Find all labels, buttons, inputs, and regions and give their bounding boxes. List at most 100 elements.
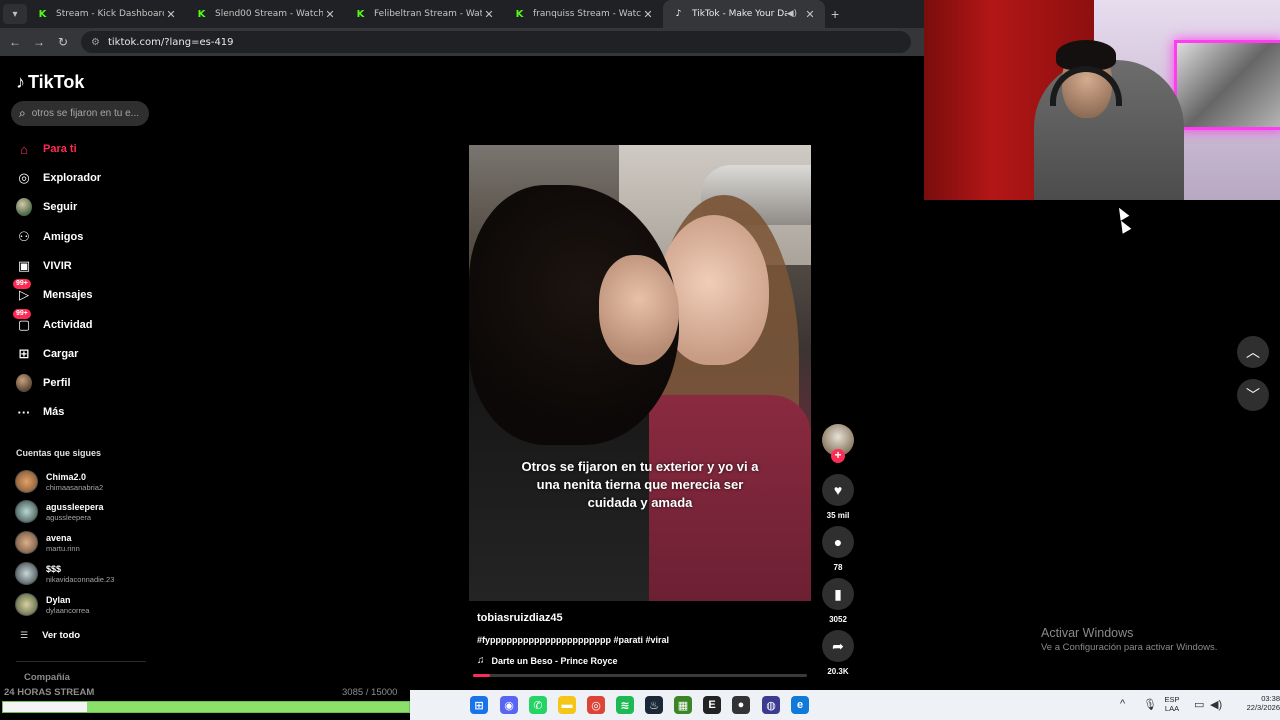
browser-tab[interactable]: K Slend00 Stream - Watch Live o ✕ <box>186 0 345 28</box>
steam-icon[interactable]: ♨ <box>645 696 663 714</box>
nav-explorador[interactable]: ◎ Explorador <box>16 168 101 188</box>
goal-progress-fill <box>3 702 87 712</box>
volume-icon[interactable]: ◀) <box>1210 698 1222 711</box>
windows-start-icon[interactable]: ⊞ <box>470 696 488 714</box>
back-icon[interactable]: ← <box>3 35 27 49</box>
following-name: agussleepera <box>46 501 104 512</box>
following-handle: agussleepera <box>46 512 92 522</box>
tab-title: Stream - Kick Dashboard <box>56 9 164 19</box>
nav-amigos[interactable]: ⚇ Amigos <box>16 227 83 247</box>
share-button[interactable]: ➦ <box>822 630 854 662</box>
nav-mas[interactable]: ··· Más <box>16 402 65 422</box>
browser-tab-active[interactable]: ♪ TikTok - Make Your Day ◀) ✕ <box>663 0 825 28</box>
reload-icon[interactable]: ↻ <box>51 35 75 49</box>
chrome-icon[interactable]: ◎ <box>587 696 605 714</box>
close-icon[interactable]: ✕ <box>164 8 178 21</box>
message-icon: ▷ 99+ <box>13 279 32 303</box>
browser-tab[interactable]: K franquiss Stream - Watch Live o ✕ <box>504 0 663 28</box>
video-hashtags[interactable]: #fypppppppppppppppppppppp #parati #viral <box>477 635 669 645</box>
nav-mensajes[interactable]: ▷ 99+ Mensajes <box>13 279 93 305</box>
chevron-up-icon: ︿ <box>1246 344 1260 360</box>
network-icon[interactable]: ▭ <box>1194 698 1204 711</box>
compass-icon: ◎ <box>18 170 30 185</box>
kick-icon: K <box>515 8 524 20</box>
nav-actividad[interactable]: ▢ 99+ Actividad <box>13 309 93 335</box>
follow-plus-icon[interactable]: + <box>831 449 845 463</box>
nav-label: Explorador <box>43 172 102 184</box>
nav-perfil[interactable]: Perfil <box>16 373 71 393</box>
search-input[interactable]: ⌕ otros se fijaron en tu e... <box>11 101 149 126</box>
following-item[interactable]: avena martu.rinn <box>15 531 80 554</box>
video-player[interactable]: Otros se fijaron en tu exterior y yo vi … <box>469 145 811 601</box>
goal-label: 24 HORAS STREAM <box>4 687 95 698</box>
tab-title: TikTok - Make Your Day <box>692 9 787 19</box>
app-icon[interactable]: ◍ <box>762 696 780 714</box>
microphone-icon[interactable]: 🎙 <box>1143 698 1157 711</box>
site-info-icon[interactable]: ⚙ <box>91 37 100 48</box>
new-tab-button[interactable]: + <box>831 6 839 22</box>
following-item[interactable]: $$$ nikavidaconnadie.23 <box>15 562 114 585</box>
speaker-icon[interactable]: ◀) <box>787 9 797 19</box>
progress-fill <box>473 674 490 677</box>
music-title: Darte un Beso - Prince Royce <box>491 655 618 666</box>
language-indicator[interactable]: ESP LAA <box>1162 695 1182 713</box>
search-icon: ⌕ <box>19 106 26 120</box>
video-author[interactable]: tobiasruizdiaz45 <box>477 612 563 624</box>
kick-icon: K <box>356 8 365 20</box>
live-tv-icon: ▣ <box>17 258 31 273</box>
video-music[interactable]: ♫ Darte un Beso - Prince Royce <box>477 655 618 666</box>
like-count: 35 mil <box>826 511 850 520</box>
whatsapp-icon[interactable]: ✆ <box>529 696 547 714</box>
browser-tab-bar: ▾ K Stream - Kick Dashboard ✕ K Slend00 … <box>0 0 924 28</box>
company-link[interactable]: Compañía <box>24 672 70 683</box>
following-item[interactable]: Chima2.0 chimaasanabria2 <box>15 470 103 493</box>
save-button[interactable]: ▮ <box>822 578 854 610</box>
following-item[interactable]: agussleepera agussleepera <box>15 500 104 523</box>
nav-label: Seguir <box>43 201 78 213</box>
browser-tab[interactable]: K Stream - Kick Dashboard ✕ <box>27 0 186 28</box>
browser-tab[interactable]: K Felibeltran Stream - Watch Live ✕ <box>345 0 504 28</box>
comment-button[interactable]: ● <box>822 526 854 558</box>
nav-vivir[interactable]: ▣ VIVIR <box>16 256 72 276</box>
like-button[interactable]: ♥ <box>822 474 854 506</box>
close-icon[interactable]: ✕ <box>323 8 337 21</box>
music-note-icon: ♫ <box>477 655 485 666</box>
tiktok-icon: ♪ <box>16 72 25 92</box>
following-item[interactable]: Dylan dylaancorrea <box>15 593 89 616</box>
tab-title: Felibeltran Stream - Watch Live <box>374 9 482 19</box>
edge-icon[interactable]: e <box>791 696 809 714</box>
address-bar[interactable]: ⚙ tiktok.com/?lang=es-419 <box>81 31 911 53</box>
obs-icon[interactable]: ● <box>732 696 750 714</box>
following-name: avena <box>46 532 72 543</box>
forward-icon[interactable]: → <box>27 35 51 49</box>
nav-para-ti[interactable]: ⌂ Para ti <box>16 139 77 159</box>
tiktok-logo[interactable]: ♪ TikTok <box>16 72 84 93</box>
comment-icon: ● <box>833 534 843 550</box>
folder-icon[interactable]: ▬ <box>558 696 576 714</box>
notification-badge: 99+ <box>13 279 31 289</box>
video-caption: Otros se fijaron en tu exterior y yo vi … <box>521 459 759 510</box>
browser-toolbar: ← → ↻ ⚙ tiktok.com/?lang=es-419 <box>0 28 924 56</box>
nav-seguir[interactable]: Seguir <box>16 197 77 217</box>
minecraft-icon[interactable]: ▦ <box>674 696 692 714</box>
nav-label: VIVIR <box>43 260 72 272</box>
close-icon[interactable]: ✕ <box>803 8 817 21</box>
next-video-button[interactable]: ﹀ <box>1237 379 1269 411</box>
close-icon[interactable]: ✕ <box>482 8 496 21</box>
see-all-link[interactable]: ☰ Ver todo <box>20 630 80 641</box>
close-icon[interactable]: ✕ <box>641 8 655 21</box>
friends-icon: ⚇ <box>18 229 30 244</box>
following-handle: dylaancorrea <box>46 605 90 615</box>
previous-video-button[interactable]: ︿ <box>1237 336 1269 368</box>
share-count: 20.3K <box>827 667 849 676</box>
chevron-up-icon[interactable]: ^ <box>1120 698 1125 710</box>
epic-games-icon[interactable]: E <box>703 696 721 714</box>
video-progress-bar[interactable] <box>473 674 807 677</box>
discord-icon[interactable]: ◉ <box>500 696 518 714</box>
tab-search-button[interactable]: ▾ <box>3 4 27 24</box>
clock[interactable]: 03:38 22/3/2026 <box>1236 694 1280 712</box>
nav-cargar[interactable]: ⊞ Cargar <box>16 344 79 364</box>
windows-taskbar: ⊞ ◉ ✆ ▬ ◎ ≋ ♨ ▦ E ● ◍ e ^ 🎙 ESP LAA ▭ ◀)… <box>410 690 1280 720</box>
spotify-icon[interactable]: ≋ <box>616 696 634 714</box>
following-title: Cuentas que sigues <box>16 448 102 458</box>
